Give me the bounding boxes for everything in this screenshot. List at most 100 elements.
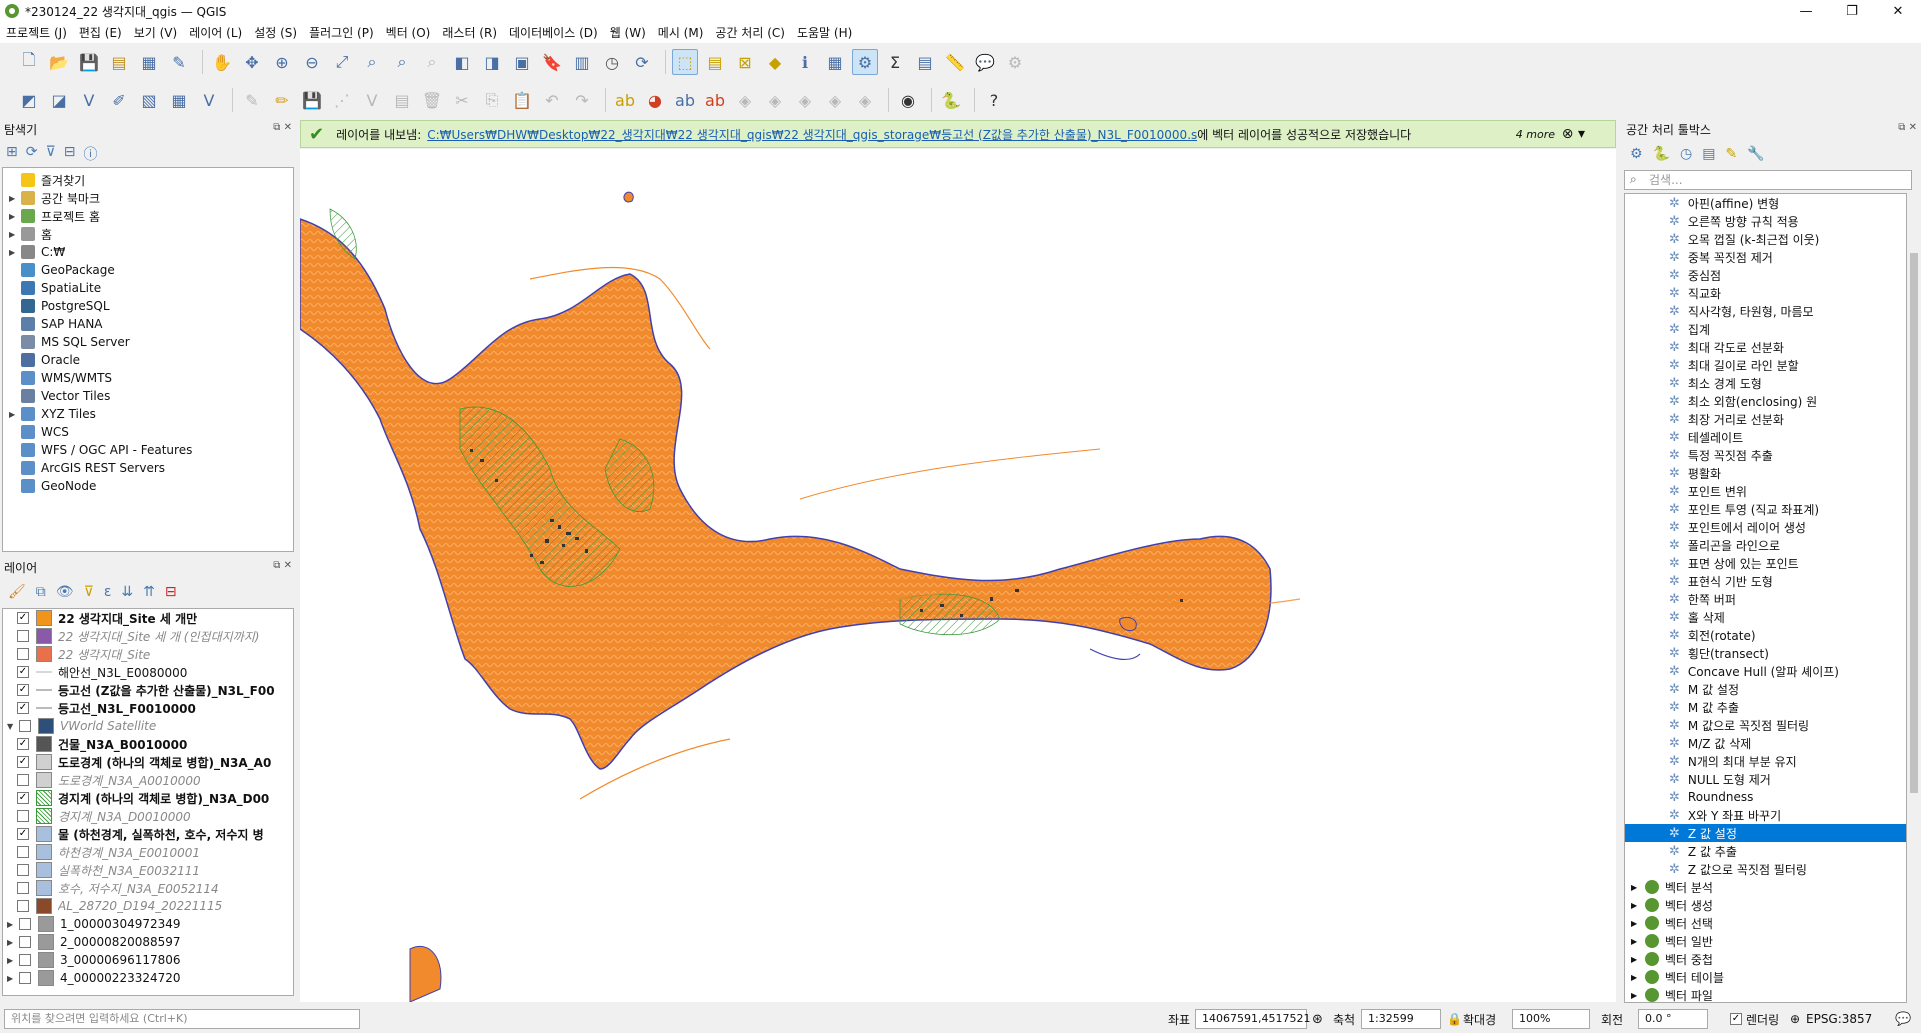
algorithm-item[interactable]: ✲ M 값 추출 [1625, 698, 1906, 716]
style-manager-icon[interactable]: ✎ [166, 49, 192, 75]
expand-arrow-icon[interactable]: ▶ [9, 230, 21, 239]
data-source-manager-icon[interactable]: ◩ [16, 87, 42, 113]
browser-item[interactable]: WMS/WMTS [3, 369, 293, 387]
toolbox-group[interactable]: ▶ 벡터 선택 [1625, 914, 1906, 932]
toolbox-scrollbar[interactable] [1909, 193, 1919, 1003]
toolbox-toggle-icon[interactable]: ⚙ [852, 49, 878, 75]
algorithm-item[interactable]: ✲ N개의 최대 부분 유지 [1625, 752, 1906, 770]
copy-icon[interactable]: ⎘ [479, 87, 505, 113]
settings-gray-icon[interactable]: ⚙ [1002, 49, 1028, 75]
algorithm-item[interactable]: ✲ Z 값 설정 [1625, 824, 1906, 842]
collapse-all-icon[interactable]: ⊟ [64, 144, 76, 164]
add-grid-icon[interactable]: ▦ [166, 87, 192, 113]
browser-item[interactable]: SAP HANA [3, 315, 293, 333]
rotate-label-icon[interactable]: ◈ [792, 87, 818, 113]
crs-button[interactable]: EPSG:3857 [1806, 1012, 1872, 1026]
layer-visibility-checkbox[interactable]: ✓ [17, 612, 29, 624]
algorithm-item[interactable]: ✲ 아핀(affine) 변형 [1625, 194, 1906, 212]
add-selected-icon[interactable]: ⊞ [6, 144, 18, 164]
layer-item[interactable]: ✓ 등고선 (Z값을 추가한 산출물)_N3L_F00 [3, 681, 293, 699]
add-group-icon[interactable]: ⧉ [36, 584, 46, 600]
algorithm-item[interactable]: ✲ X와 Y 좌표 바꾸기 [1625, 806, 1906, 824]
browser-item[interactable]: GeoNode [3, 477, 293, 495]
add-vector-icon[interactable]: V [76, 87, 102, 113]
filter-expression-icon[interactable]: ε [104, 584, 112, 600]
layer-item[interactable]: ✓ 등고선_N3L_F0010000 [3, 699, 293, 717]
expand-arrow-icon[interactable]: ▶ [1631, 955, 1645, 964]
toolbox-group[interactable]: ▶ 벡터 파일 [1625, 986, 1906, 1002]
pan-to-selection-icon[interactable]: ✥ [239, 49, 265, 75]
toolbox-close-icon[interactable]: ⧉ ✕ [1898, 122, 1917, 133]
layer-item[interactable]: 호수, 저수지_N3A_E0052114 [3, 879, 293, 897]
layer-visibility-checkbox[interactable] [19, 954, 31, 966]
coordinate-toggle-icon[interactable]: ⊛ [1312, 1012, 1323, 1027]
filter-legend-icon[interactable]: ⊽ [84, 584, 94, 600]
vertex-tool-icon[interactable]: V [359, 87, 385, 113]
modify-attributes-icon[interactable]: ▤ [389, 87, 415, 113]
browser-item[interactable]: ▶ 홈 [3, 225, 293, 243]
layer-item[interactable]: ✓ 22 생각지대_Site 세 개만 [3, 609, 293, 627]
layer-item[interactable]: ✓ 도로경계 (하나의 객체로 병합)_N3A_A0 [3, 753, 293, 771]
browser-item[interactable]: ▶ 프로젝트 홈 [3, 207, 293, 225]
expand-arrow-icon[interactable]: ▶ [1631, 883, 1645, 892]
open-styling-icon[interactable]: 🖌 [8, 584, 26, 600]
algorithm-item[interactable]: ✲ 표면 상에 있는 포인트 [1625, 554, 1906, 572]
help-contents-icon[interactable]: ? [981, 87, 1007, 113]
change-label-props-icon[interactable]: ◈ [852, 87, 878, 113]
menu-mesh[interactable]: 메시 (M) [658, 24, 704, 41]
algorithm-item[interactable]: ✲ 오목 껍질 (k-최근접 이웃) [1625, 230, 1906, 248]
algorithm-item[interactable]: ✲ 포인트에서 레이어 생성 [1625, 518, 1906, 536]
layer-visibility-checkbox[interactable] [17, 630, 29, 642]
layer-visibility-checkbox[interactable] [17, 900, 29, 912]
rotation-field[interactable]: 0.0 ° [1638, 1009, 1708, 1029]
layer-item[interactable]: ✓ 해안선_N3L_E0080000 [3, 663, 293, 681]
statistics-sum-icon[interactable]: Σ [882, 49, 908, 75]
zoom-last-icon[interactable]: ◧ [449, 49, 475, 75]
algorithm-item[interactable]: ✲ 중복 꼭짓점 제거 [1625, 248, 1906, 266]
python-console-icon[interactable]: 🐍 [938, 87, 964, 113]
layer-visibility-checkbox[interactable] [19, 972, 31, 984]
algorithm-item[interactable]: ✲ 표현식 기반 도형 [1625, 572, 1906, 590]
expand-all-icon[interactable]: ⇊ [121, 584, 133, 600]
algorithm-item[interactable]: ✲ 최대 각도로 선분화 [1625, 338, 1906, 356]
toolbox-group[interactable]: ▶ 벡터 생성 [1625, 896, 1906, 914]
algorithm-item[interactable]: ✲ 최소 외함(enclosing) 원 [1625, 392, 1906, 410]
menu-processing[interactable]: 공간 처리 (C) [715, 24, 785, 41]
layer-item[interactable]: ▶ 1_00000304972349 [3, 915, 293, 933]
expand-arrow-icon[interactable]: ▶ [1631, 901, 1645, 910]
pin-label-icon[interactable]: ab [702, 87, 728, 113]
cut-icon[interactable]: ✂ [449, 87, 475, 113]
magnifier-field[interactable]: 100% [1512, 1009, 1590, 1029]
show-hide-label-icon[interactable]: ◈ [732, 87, 758, 113]
message-more[interactable]: 4 more [1516, 128, 1555, 141]
algorithm-item[interactable]: ✲ Concave Hull (알파 셰이프) [1625, 662, 1906, 680]
expand-arrow-icon[interactable]: ▶ [7, 920, 19, 929]
expand-arrow-icon[interactable]: ▶ [7, 974, 19, 983]
toolbox-group[interactable]: ▶ 벡터 중첩 [1625, 950, 1906, 968]
browser-item[interactable]: Oracle [3, 351, 293, 369]
expand-arrow-icon[interactable]: ▼ [7, 722, 19, 731]
browser-item[interactable]: WFS / OGC API - Features [3, 441, 293, 459]
browser-item[interactable]: GeoPackage [3, 261, 293, 279]
layer-visibility-checkbox[interactable] [19, 720, 31, 732]
menu-project[interactable]: 프로젝트 (J) [6, 24, 67, 41]
algorithm-item[interactable]: ✲ Z 값 추출 [1625, 842, 1906, 860]
toolbox-search-input[interactable]: 검색... [1624, 170, 1912, 190]
save-project-icon[interactable]: 💾 [76, 49, 102, 75]
move-label-icon[interactable]: ◈ [762, 87, 788, 113]
toolbox-group[interactable]: ▶ 벡터 분석 [1625, 878, 1906, 896]
expand-arrow-icon[interactable]: ▶ [9, 248, 21, 257]
zoom-in-icon[interactable]: ⊕ [269, 49, 295, 75]
add-feature-icon[interactable]: ⋰ [329, 87, 355, 113]
layer-item[interactable]: ▶ 3_00000696117806 [3, 951, 293, 969]
menu-edit[interactable]: 편집 (E) [79, 24, 122, 41]
message-close-icon[interactable]: ⊗ ▾ [1562, 126, 1585, 142]
add-mesh-icon[interactable]: ▧ [136, 87, 162, 113]
measure-icon[interactable]: 📏 [942, 49, 968, 75]
layer-visibility-checkbox[interactable]: ✓ [17, 738, 29, 750]
refresh-icon[interactable]: ⟳ [629, 49, 655, 75]
algorithm-item[interactable]: ✲ NULL 도형 제거 [1625, 770, 1906, 788]
layer-item[interactable]: ▶ 4_00000223324720 [3, 969, 293, 987]
browser-item[interactable]: MS SQL Server [3, 333, 293, 351]
layer-visibility-checkbox[interactable] [19, 918, 31, 930]
